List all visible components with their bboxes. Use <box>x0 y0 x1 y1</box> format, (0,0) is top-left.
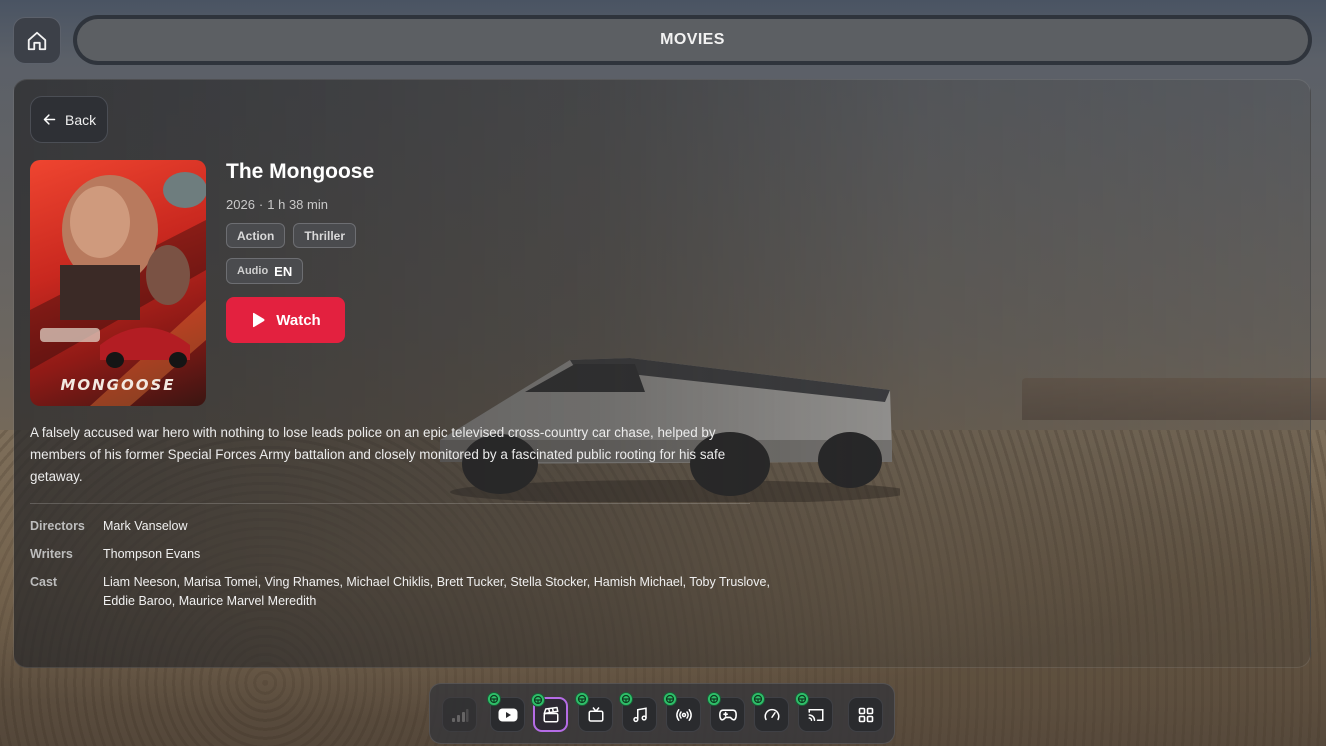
back-label: Back <box>65 111 97 128</box>
poster-artwork <box>30 172 206 406</box>
speedometer-icon <box>764 708 779 720</box>
dock-games[interactable] <box>707 692 745 732</box>
credit-value: Mark Vanselow <box>103 519 188 533</box>
title-bar: MOVIES <box>73 15 1312 65</box>
youtube-icon <box>498 708 517 721</box>
play-icon <box>253 312 265 328</box>
home-icon <box>27 31 47 50</box>
movie-detail-panel: Back MONGOOSE The Mongoose 2026 · 1 h 38… <box>13 79 1311 668</box>
poster-title-text: MONGOOSE <box>60 376 176 394</box>
dock-app-grid[interactable] <box>848 697 883 732</box>
dock-music[interactable] <box>619 692 657 732</box>
credit-row-directors: Directors Mark Vanselow <box>30 517 770 536</box>
credit-row-cast: Cast Liam Neeson, Marisa Tomei, Ving Rha… <box>30 573 770 611</box>
dock-signal[interactable] <box>442 697 477 732</box>
broadcast-icon <box>675 708 692 721</box>
release-year: 2026 <box>226 197 255 212</box>
credits-list: Directors Mark Vanselow Writers Thompson… <box>30 517 770 620</box>
page-title: MOVIES <box>77 19 1308 61</box>
audio-language: EN <box>274 263 293 279</box>
dock-radio[interactable] <box>663 692 701 732</box>
dock-youtube[interactable] <box>487 692 525 732</box>
dock-tv[interactable] <box>575 692 613 732</box>
credit-label: Directors <box>30 519 85 533</box>
arrow-left-icon <box>43 114 56 125</box>
watch-button[interactable]: Watch <box>226 297 345 343</box>
tv-icon <box>588 706 603 722</box>
dock-movies[interactable] <box>531 693 568 732</box>
credit-label: Writers <box>30 547 73 561</box>
meta-separator: · <box>258 197 264 212</box>
credit-value: Liam Neeson, Marisa Tomei, Ving Rhames, … <box>103 575 770 608</box>
steering-wheel-icon <box>795 692 809 706</box>
signal-bars-icon <box>451 708 468 722</box>
credit-value: Thompson Evans <box>103 547 201 561</box>
movie-description: A falsely accused war hero with nothing … <box>30 425 726 484</box>
steering-wheel-icon <box>575 692 589 706</box>
home-button[interactable] <box>13 17 61 64</box>
cast-icon <box>808 708 823 721</box>
steering-wheel-icon <box>751 692 765 706</box>
movie-title: The Mongoose <box>226 160 375 183</box>
genre-tags: Action Thriller <box>226 223 357 248</box>
dock-cast[interactable] <box>795 692 833 732</box>
dock-speed[interactable] <box>751 692 789 732</box>
runtime: 1 h 38 min <box>267 197 328 212</box>
genre-tag: Thriller <box>293 223 357 248</box>
credit-label: Cast <box>30 575 58 589</box>
gamepad-icon <box>718 708 737 721</box>
watch-label: Watch <box>276 311 321 329</box>
back-button[interactable]: Back <box>30 96 108 143</box>
movie-poster: MONGOOSE <box>30 160 206 406</box>
divider <box>30 503 750 504</box>
steering-wheel-icon <box>663 692 677 706</box>
music-note-icon <box>632 706 647 722</box>
genre-tag: Action <box>226 223 286 248</box>
app-dock <box>429 683 895 744</box>
movie-meta: 2026 · 1 h 38 min <box>226 197 328 212</box>
grid-icon <box>858 707 873 722</box>
steering-wheel-icon <box>619 692 633 706</box>
steering-wheel-icon <box>487 692 501 706</box>
steering-wheel-icon <box>707 692 721 706</box>
steering-wheel-icon <box>531 693 545 707</box>
credit-row-writers: Writers Thompson Evans <box>30 545 770 564</box>
audio-label: Audio <box>237 265 269 277</box>
clapperboard-icon <box>543 706 558 722</box>
audio-badge: Audio EN <box>226 258 304 284</box>
